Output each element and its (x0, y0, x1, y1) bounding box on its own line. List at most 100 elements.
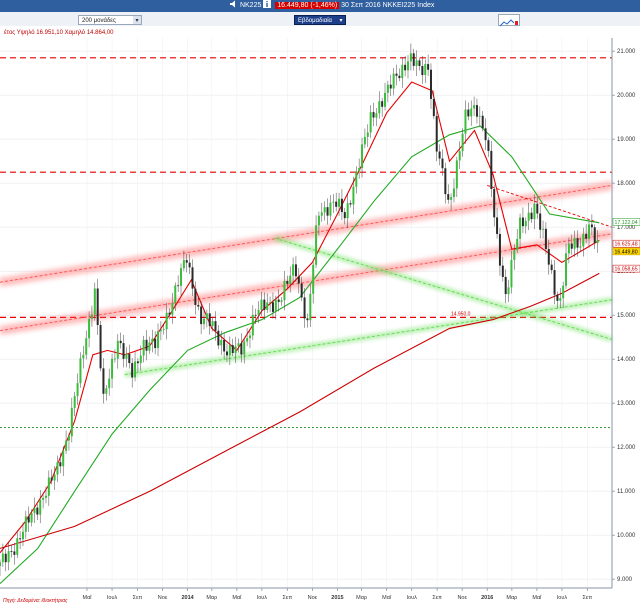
candle-body (251, 314, 254, 336)
candle-body (65, 440, 68, 451)
candle-body (300, 283, 303, 298)
candle-body (289, 275, 292, 284)
price-tag-label: 16.449,80 (615, 249, 638, 255)
candle-body (312, 264, 315, 294)
candle-body (136, 361, 139, 364)
candle-body (335, 201, 338, 207)
x-tick-label: 2014 (181, 595, 194, 601)
candle-body (266, 302, 269, 310)
candle-body (59, 462, 62, 467)
candle-body (585, 233, 588, 239)
candle-body (570, 243, 573, 249)
candle-body (533, 203, 536, 220)
candle-body (19, 538, 22, 540)
candle-body (56, 462, 59, 475)
candle-body (582, 233, 585, 247)
y-tick-label: 21.000 (617, 49, 636, 55)
candle-body (361, 144, 364, 169)
candle-body (159, 329, 162, 332)
y-tick-label: 12.000 (617, 445, 636, 451)
candle-body (524, 220, 527, 227)
candle-body (82, 354, 85, 359)
candle-body (467, 109, 470, 117)
candle-body (498, 233, 501, 266)
candle-body (188, 262, 191, 268)
candle-body (42, 497, 45, 500)
candle-body (148, 342, 151, 351)
candle-body (458, 151, 461, 161)
candle-body (493, 189, 496, 218)
candle-body (99, 325, 102, 369)
candle-body (280, 300, 283, 302)
candle-body (30, 512, 33, 523)
y-tick-label: 13.000 (617, 401, 636, 407)
candle-body (464, 109, 467, 134)
x-tick-label: Μαΐ (232, 594, 242, 601)
candle-body (326, 207, 329, 216)
candle-body (33, 507, 36, 513)
x-tick-label: Μαρ (356, 595, 367, 601)
candle-body (162, 329, 165, 331)
candle-body (375, 113, 378, 118)
candle-body (257, 309, 260, 315)
candle-body (131, 363, 134, 378)
candle-body (438, 151, 441, 159)
candle-body (323, 207, 326, 213)
y-tick-label: 14.000 (617, 357, 636, 363)
candle-body (470, 108, 473, 117)
x-tick-label: Ιουλ (107, 595, 118, 601)
candle-body (24, 516, 27, 532)
candle-body (76, 383, 79, 397)
candle-body (343, 212, 346, 219)
candle-body (559, 298, 562, 301)
candle-body (116, 340, 119, 359)
price-tag-label: 17.122,04 (615, 220, 638, 226)
candle-body (547, 249, 550, 265)
candle-body (13, 551, 16, 555)
candle-body (562, 285, 565, 299)
candle-body (513, 250, 516, 260)
candle-body (504, 276, 507, 295)
candle-body (412, 53, 415, 66)
candle-body (151, 338, 154, 343)
candle-body (47, 477, 50, 496)
x-tick-label: Νοε (457, 595, 467, 601)
candle-body (539, 213, 542, 230)
candle-body (510, 259, 513, 288)
candle-body (415, 60, 418, 66)
candle-body (544, 228, 547, 250)
candle-body (317, 215, 320, 226)
candle-body (358, 168, 361, 172)
candle-body (10, 551, 13, 552)
price-tag-label: 16.058,65 (615, 267, 638, 273)
candle-body (496, 217, 499, 234)
candle-body (315, 225, 318, 265)
candle-body (427, 64, 430, 70)
candle-body (346, 203, 349, 219)
candle-body (180, 268, 183, 286)
candle-body (441, 158, 444, 169)
candle-body (421, 66, 424, 76)
y-tick-label: 11.000 (617, 489, 636, 495)
candle-body (271, 302, 274, 312)
y-tick-label: 17.000 (617, 225, 636, 231)
candle-body (389, 84, 392, 89)
candle-body (332, 201, 335, 203)
candle-body (157, 331, 160, 349)
candle-body (404, 64, 407, 71)
x-tick-label: Ιουλ (407, 595, 418, 601)
candle-body (481, 115, 484, 129)
candle-body (435, 116, 438, 152)
candle-body (527, 212, 530, 221)
candle-body (223, 339, 226, 352)
candle-body (62, 450, 65, 467)
candle-body (182, 260, 185, 269)
candle-body (108, 378, 111, 389)
x-tick-label: Μαρ (506, 595, 517, 601)
y-tick-label: 15.000 (617, 313, 636, 319)
candle-body (286, 280, 289, 284)
candle-body (407, 61, 409, 71)
candle-body (556, 294, 559, 301)
candle-body (165, 312, 168, 330)
candle-body (340, 198, 343, 213)
